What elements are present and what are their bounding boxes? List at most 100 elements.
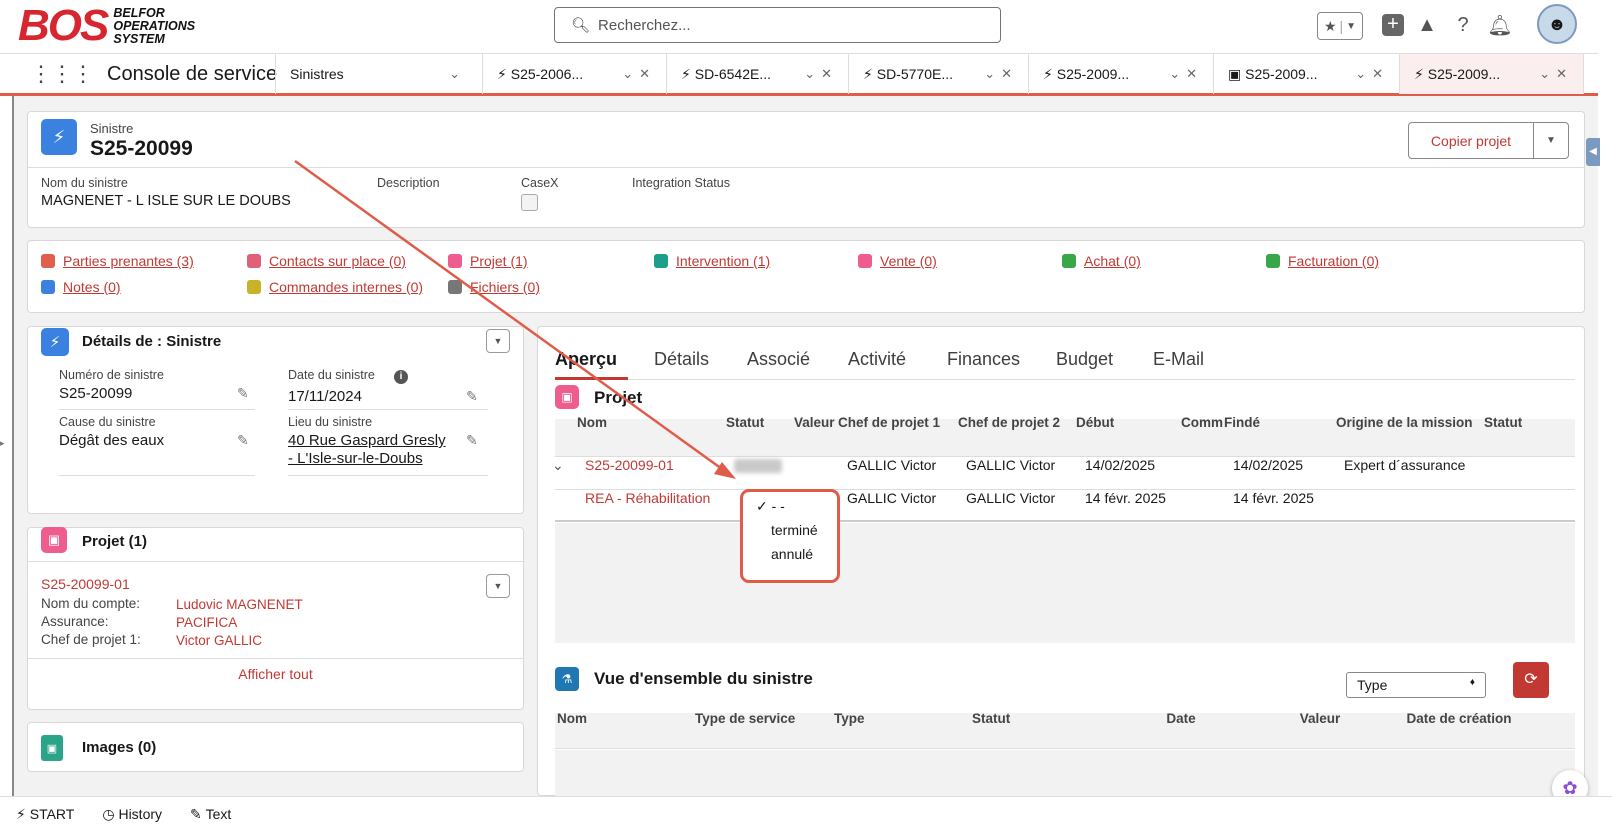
lieu-sinistre-link[interactable]: - L'Isle-sur-le-Doubs bbox=[288, 450, 423, 467]
user-avatar[interactable]: ☻ bbox=[1537, 4, 1577, 44]
status-cell-blurred[interactable] bbox=[734, 459, 782, 473]
actions-dropdown-button[interactable]: ▼ bbox=[1533, 122, 1569, 159]
object-tab-sinistres[interactable]: Sinistres ⌄ bbox=[275, 54, 482, 94]
bell-icon[interactable]: 🔔︎ bbox=[1487, 12, 1513, 38]
tab-controls[interactable]: ⌄✕ bbox=[622, 66, 656, 82]
trailhead-icon[interactable]: ▲ bbox=[1414, 12, 1440, 38]
utility-start[interactable]: ⚡︎ START bbox=[16, 806, 74, 823]
chef-link[interactable]: Victor GALLIC bbox=[176, 633, 262, 648]
tab-label: S25-2009... bbox=[1245, 66, 1318, 82]
info-icon[interactable]: i bbox=[394, 370, 408, 384]
card-title[interactable]: Projet (1) bbox=[82, 533, 147, 550]
column-header[interactable]: Valeur bbox=[794, 415, 838, 430]
edit-pencil-icon[interactable]: ✎ bbox=[466, 388, 478, 405]
column-header[interactable]: Chef de projet 2 bbox=[958, 415, 1060, 430]
chevron-down-icon[interactable]: ⌄ bbox=[449, 66, 466, 82]
table-empty-area bbox=[555, 523, 1575, 643]
related-link[interactable]: Commandes internes (0) bbox=[247, 279, 423, 295]
column-header[interactable]: Origine de la mission bbox=[1336, 415, 1473, 430]
related-link[interactable]: Achat (0) bbox=[1062, 253, 1141, 269]
record-tab[interactable]: ▣ S25-2009... ⌄✕ bbox=[1213, 54, 1399, 94]
tab-controls[interactable]: ⌄✕ bbox=[804, 66, 838, 82]
utility-panel-toggle[interactable]: ◀ bbox=[1586, 138, 1600, 166]
tab-controls[interactable]: ⌄✕ bbox=[984, 66, 1018, 82]
tab-label: SD-6542E... bbox=[694, 66, 771, 82]
edit-pencil-icon[interactable]: ✎ bbox=[237, 432, 249, 449]
tab-0[interactable]: Aperçu bbox=[555, 349, 617, 370]
column-header[interactable]: Nom bbox=[557, 711, 587, 726]
edit-pencil-icon[interactable]: ✎ bbox=[466, 432, 478, 449]
tab-3[interactable]: Activité bbox=[848, 349, 906, 370]
type-select[interactable]: Type ♦ bbox=[1346, 672, 1486, 698]
related-link[interactable]: Projet (1) bbox=[448, 253, 528, 269]
record-tab[interactable]: ⚡︎ SD-6542E... ⌄✕ bbox=[666, 54, 848, 94]
app-launcher[interactable]: ⋮⋮⋮ Console de service bbox=[30, 54, 277, 94]
field-label: Numéro de sinistre bbox=[59, 368, 164, 382]
favorites-button[interactable]: ★ | ▼ bbox=[1317, 12, 1363, 40]
lieu-sinistre-link[interactable]: 40 Rue Gaspard Gresly bbox=[288, 432, 446, 449]
projet-record-link[interactable]: S25-20099-01 bbox=[41, 576, 130, 592]
pencil-icon: ✎ bbox=[190, 805, 202, 822]
expand-chevron-icon[interactable]: ⌄ bbox=[552, 457, 564, 474]
record-tab[interactable]: ⚡︎ S25-2006... ⌄✕ bbox=[482, 54, 666, 94]
panel-toggle-icon[interactable]: ▸ bbox=[0, 438, 5, 449]
column-header[interactable]: Statut bbox=[726, 415, 764, 430]
column-header[interactable]: Comm bbox=[1181, 415, 1223, 430]
tab-controls[interactable]: ⌄✕ bbox=[1355, 66, 1389, 82]
date-sinistre-value: 17/11/2024 bbox=[288, 388, 362, 405]
column-header[interactable]: Statut bbox=[972, 711, 1010, 726]
column-header[interactable]: Date bbox=[1111, 711, 1251, 726]
column-header[interactable]: Date de création bbox=[1389, 711, 1529, 726]
edit-pencil-icon[interactable]: ✎ bbox=[237, 385, 249, 402]
tab-4[interactable]: Finances bbox=[947, 349, 1020, 370]
compte-link[interactable]: Ludovic MAGNENET bbox=[176, 597, 303, 612]
view-all-link[interactable]: Afficher tout bbox=[28, 666, 523, 682]
column-header[interactable]: Findé bbox=[1224, 415, 1260, 430]
card-menu-button[interactable]: ▼ bbox=[486, 329, 510, 353]
column-header[interactable]: Chef de projet 1 bbox=[838, 415, 940, 430]
search-placeholder: Recherchez... bbox=[598, 16, 691, 34]
column-header[interactable]: Type bbox=[834, 711, 865, 726]
column-header[interactable]: Valeur bbox=[1250, 711, 1390, 726]
logo-line: OPERATIONS bbox=[113, 18, 196, 33]
row-name-link[interactable]: S25-20099-01 bbox=[585, 457, 674, 473]
record-tab-active[interactable]: ⚡︎ S25-2009... ⌄✕ bbox=[1399, 54, 1584, 94]
tab-controls[interactable]: ⌄✕ bbox=[1539, 66, 1573, 82]
related-link[interactable]: Facturation (0) bbox=[1266, 253, 1379, 269]
tab-2[interactable]: Associé bbox=[747, 349, 810, 370]
app-launcher-grid-icon[interactable]: ⋮⋮⋮ bbox=[30, 61, 94, 87]
record-tab[interactable]: ⚡︎ SD-5770E... ⌄✕ bbox=[848, 54, 1028, 94]
belfor-logo[interactable]: BOS BELFOR OPERATIONS SYSTEM bbox=[18, 4, 196, 48]
related-link[interactable]: Vente (0) bbox=[858, 253, 937, 269]
utility-text[interactable]: ✎ Text bbox=[190, 806, 231, 823]
related-link[interactable]: Fichiers (0) bbox=[448, 279, 540, 295]
dropdown-option-selected[interactable]: ✓ - - bbox=[756, 498, 785, 515]
tab-5[interactable]: Budget bbox=[1056, 349, 1113, 370]
utility-history[interactable]: ◷ History bbox=[102, 806, 162, 823]
row-menu-button[interactable]: ▼ bbox=[486, 574, 510, 598]
column-header[interactable]: Statut bbox=[1484, 415, 1526, 430]
related-link[interactable]: Notes (0) bbox=[41, 279, 121, 295]
refresh-button[interactable]: ⟳ bbox=[1513, 662, 1549, 698]
related-link[interactable]: Parties prenantes (3) bbox=[41, 253, 194, 269]
help-icon[interactable]: ? bbox=[1450, 12, 1476, 38]
record-tab[interactable]: ⚡︎ S25-2009... ⌄✕ bbox=[1028, 54, 1213, 94]
assurance-link[interactable]: PACIFICA bbox=[176, 615, 237, 630]
copy-project-button[interactable]: Copier projet bbox=[1408, 122, 1534, 159]
column-header[interactable]: Nom bbox=[577, 415, 607, 430]
tab-1[interactable]: Détails bbox=[654, 349, 709, 370]
column-header[interactable]: Début bbox=[1076, 415, 1114, 430]
dropdown-option[interactable]: annulé bbox=[771, 546, 813, 562]
tab-6[interactable]: E-Mail bbox=[1153, 349, 1204, 370]
global-search-input[interactable]: 🔍︎ Recherchez... bbox=[554, 7, 1001, 43]
tab-controls[interactable]: ⌄✕ bbox=[1169, 66, 1203, 82]
related-link[interactable]: Intervention (1) bbox=[654, 253, 770, 269]
global-actions-plus-icon[interactable]: + bbox=[1380, 12, 1406, 38]
column-header[interactable]: Type de service bbox=[695, 711, 795, 726]
related-link[interactable]: Contacts sur place (0) bbox=[247, 253, 406, 269]
lightning-icon: ⚡︎ bbox=[16, 805, 26, 822]
dropdown-option[interactable]: terminé bbox=[771, 522, 818, 538]
status-dropdown[interactable]: ✓ - - terminé annulé bbox=[740, 489, 840, 583]
row-name-link[interactable]: REA - Réhabilitation bbox=[585, 490, 710, 506]
card-title[interactable]: Images (0) bbox=[82, 739, 156, 756]
